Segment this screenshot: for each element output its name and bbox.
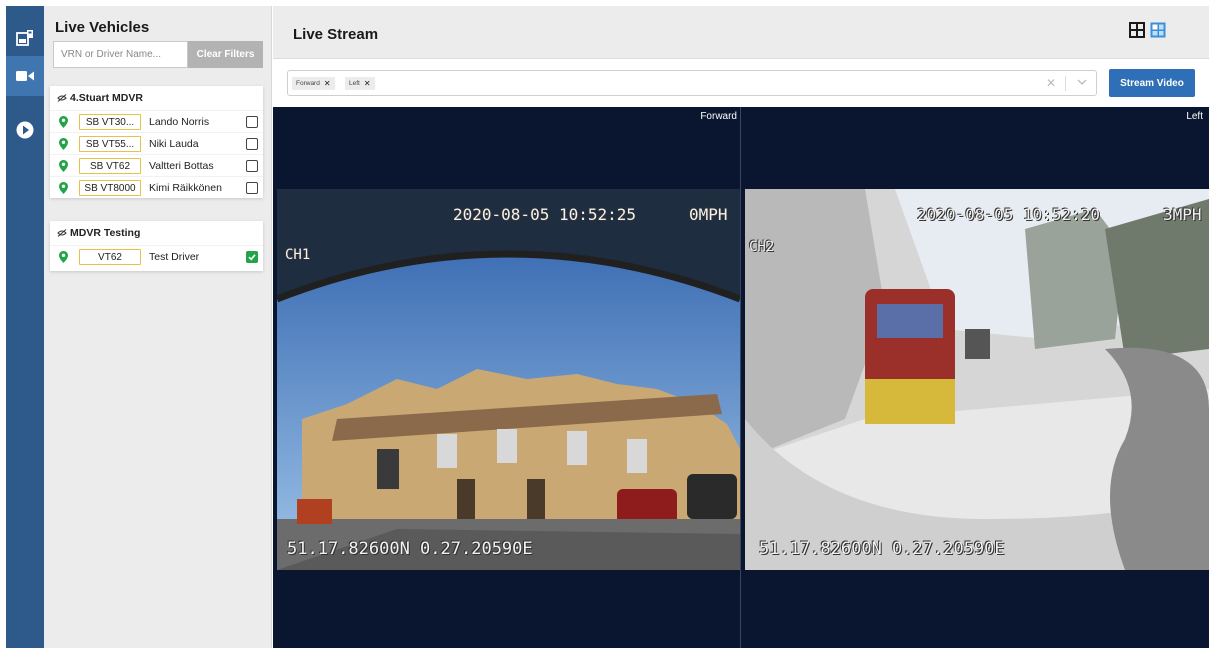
location-pin-icon — [59, 251, 68, 263]
vehicle-row[interactable]: SB VT8000 Kimi Räikkönen — [50, 176, 263, 198]
vehicle-checkbox[interactable] — [246, 251, 258, 263]
play-circle-icon — [16, 121, 34, 139]
eye-slash-icon — [57, 94, 67, 102]
vehicle-group-card: 4.Stuart MDVR SB VT30... Lando Norris SB… — [50, 86, 263, 198]
divider — [1065, 76, 1066, 91]
camera-label-left: Left — [1186, 111, 1203, 122]
vehicle-checkbox[interactable] — [246, 160, 258, 172]
vehicle-row[interactable]: SB VT55... Niki Lauda — [50, 132, 263, 154]
checkmark-icon — [248, 254, 256, 261]
group-header[interactable]: 4.Stuart MDVR — [50, 86, 263, 110]
left-camera-image — [745, 189, 1209, 570]
video-grid: Forward CH1 2020-08-05 10:52:25 0MPH 51.… — [273, 107, 1209, 648]
driver-name: Kimi Räikkönen — [149, 182, 222, 194]
group-name: 4.Stuart MDVR — [70, 92, 143, 104]
vehicle-checkbox[interactable] — [246, 138, 258, 150]
camera-feed-forward[interactable]: CH1 2020-08-05 10:52:25 0MPH 51.17.82600… — [277, 189, 740, 570]
clear-filters-button[interactable]: Clear Filters — [188, 41, 263, 68]
panel-title: Live Vehicles — [55, 19, 150, 36]
vrn-tag: VT62 — [79, 249, 141, 265]
driver-name: Lando Norris — [149, 116, 210, 128]
vehicle-search-input[interactable] — [53, 41, 188, 68]
osd-datetime: 2020-08-05 10:52:20 — [917, 205, 1101, 224]
eye-slash-icon — [57, 229, 67, 237]
forward-camera-image — [277, 189, 740, 570]
location-pin-icon — [59, 138, 68, 150]
vehicle-row[interactable]: SB VT62 Valtteri Bottas — [50, 154, 263, 176]
vrn-tag: SB VT30... — [79, 114, 141, 130]
rail-playback-button[interactable] — [6, 110, 44, 150]
grid-2x2-icon[interactable] — [1129, 22, 1145, 38]
vehicle-checkbox[interactable] — [246, 182, 258, 194]
page-title: Live Stream — [293, 26, 379, 43]
vehicle-group-card: MDVR Testing VT62 Test Driver — [50, 221, 263, 271]
osd-speed: 3MPH — [1163, 205, 1202, 224]
group-name: MDVR Testing — [70, 227, 141, 239]
vrn-tag: SB VT8000 — [79, 180, 141, 196]
location-pin-icon — [59, 116, 68, 128]
channel-label: CH2 — [749, 239, 775, 255]
rail-live-video-button[interactable] — [6, 56, 44, 96]
vehicle-row[interactable]: SB VT30... Lando Norris — [50, 110, 263, 132]
osd-speed: 0MPH — [689, 205, 728, 224]
camera-multiselect[interactable]: Forward ✕ Left ✕ ✕ — [287, 70, 1097, 96]
driver-name: Valtteri Bottas — [149, 160, 214, 172]
vehicles-map-icon — [16, 30, 33, 46]
location-pin-icon — [59, 160, 68, 172]
chip-remove-icon[interactable]: ✕ — [324, 79, 331, 88]
channel-label: CH1 — [285, 247, 311, 263]
chip-label: Left — [349, 80, 360, 87]
camera-chip: Forward ✕ — [292, 77, 335, 90]
live-vehicles-panel: Live Vehicles Clear Filters 4.Stuart MDV… — [44, 6, 272, 648]
live-stream-header: Live Stream — [273, 6, 1209, 59]
driver-name: Niki Lauda — [149, 138, 199, 150]
osd-gps: 51.17.82600N 0.27.20590E — [287, 539, 533, 559]
vehicle-checkbox[interactable] — [246, 116, 258, 128]
camera-feed-left[interactable]: CH2 2020-08-05 10:52:20 3MPH 51.17.82600… — [745, 189, 1209, 570]
camera-label-forward: Forward — [700, 111, 737, 122]
video-camera-icon — [16, 71, 34, 81]
clear-selection-icon[interactable]: ✕ — [1046, 76, 1056, 90]
chevron-down-icon[interactable] — [1077, 78, 1087, 86]
rail-vehicles-button[interactable] — [6, 18, 44, 58]
location-pin-icon — [59, 182, 68, 194]
vehicle-row[interactable]: VT62 Test Driver — [50, 245, 263, 271]
camera-filter-bar: Forward ✕ Left ✕ ✕ Stream Video — [273, 60, 1209, 107]
chip-label: Forward — [296, 80, 320, 87]
vrn-tag: SB VT55... — [79, 136, 141, 152]
nav-rail — [6, 6, 44, 648]
stream-video-button[interactable]: Stream Video — [1109, 69, 1195, 97]
camera-chip: Left ✕ — [345, 77, 375, 90]
chip-remove-icon[interactable]: ✕ — [364, 79, 371, 88]
divider — [740, 107, 741, 648]
driver-name: Test Driver — [149, 251, 200, 263]
osd-gps: 51.17.82600N 0.27.20590E — [759, 539, 1005, 559]
grid-layout-icon[interactable] — [1150, 22, 1166, 38]
osd-datetime: 2020-08-05 10:52:25 — [453, 205, 637, 224]
vrn-tag: SB VT62 — [79, 158, 141, 174]
group-header[interactable]: MDVR Testing — [50, 221, 263, 245]
